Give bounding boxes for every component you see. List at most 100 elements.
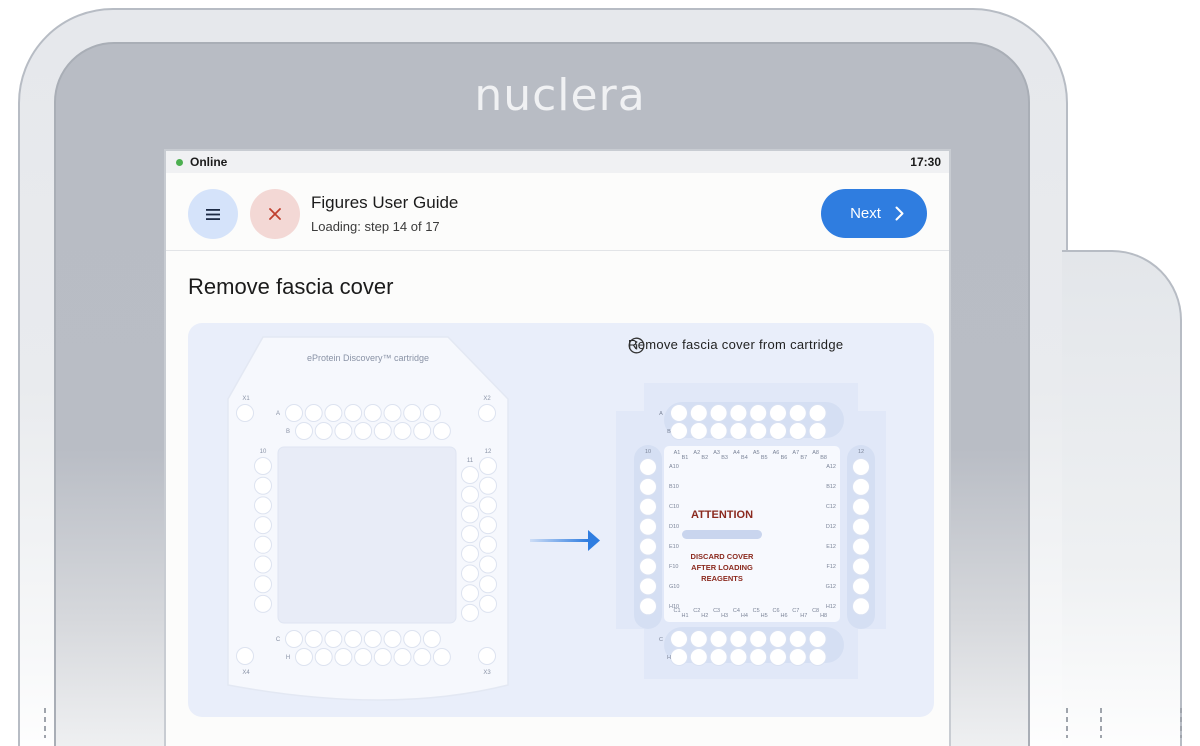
well: [749, 404, 768, 422]
well-label: E12: [826, 544, 836, 550]
column-label: 11: [467, 458, 474, 464]
step-title: Remove fascia cover: [188, 274, 394, 299]
row-label: B: [286, 429, 290, 435]
well: [285, 630, 303, 648]
well-label: B5: [761, 455, 768, 461]
well: [403, 404, 422, 422]
well: [413, 648, 432, 666]
well: [852, 517, 870, 536]
well: [689, 648, 708, 666]
well: [285, 404, 303, 422]
well: [788, 404, 807, 422]
attention-title: ATTENTION: [691, 509, 753, 521]
well: [254, 594, 272, 613]
well-label: A4: [733, 450, 740, 456]
well-label: H6: [780, 613, 787, 619]
well: [344, 404, 363, 422]
well: [236, 404, 254, 422]
close-icon: [269, 208, 281, 220]
well-label: H4: [741, 613, 748, 619]
well: [639, 557, 657, 576]
well: [479, 476, 497, 495]
well-label: A1: [674, 450, 681, 456]
well: [344, 630, 363, 648]
well: [769, 422, 787, 440]
well-label: H10: [669, 604, 679, 610]
menu-icon: [206, 208, 220, 220]
well: [788, 422, 807, 440]
well: [788, 648, 807, 666]
device-side-panel: [1062, 250, 1182, 746]
well: [479, 535, 497, 554]
well: [670, 404, 688, 422]
well: [709, 422, 728, 440]
well: [461, 603, 479, 622]
well-label: B2: [701, 455, 708, 461]
clock: 17:30: [910, 155, 941, 169]
attention-line: REAGENTS: [701, 574, 743, 583]
well-label: B8: [820, 455, 827, 461]
well: [304, 630, 323, 648]
well-label: C8: [812, 608, 819, 614]
frame-dash: [44, 708, 46, 738]
well-label: B4: [741, 455, 748, 461]
well: [461, 525, 479, 544]
close-button[interactable]: [250, 189, 300, 239]
well: [413, 422, 432, 440]
well: [304, 404, 323, 422]
guide-title: Figures User Guide: [311, 193, 459, 212]
well: [852, 557, 870, 576]
well: [689, 630, 708, 648]
next-button[interactable]: Next: [821, 189, 927, 238]
well: [808, 630, 827, 648]
well-label: B10: [669, 484, 679, 490]
attention-bar: [682, 530, 762, 539]
corner-label: X4: [242, 670, 250, 676]
well-label: H: [667, 655, 671, 661]
well: [334, 422, 353, 440]
well: [479, 457, 497, 475]
corner-label: X3: [483, 670, 491, 676]
well: [422, 630, 441, 648]
device-screen: Online 17:30 Figures User Guide Loading:…: [164, 149, 951, 746]
well: [461, 485, 479, 504]
well: [324, 630, 343, 648]
well: [295, 422, 313, 440]
step-progress: Loading: step 14 of 17: [311, 219, 440, 234]
well-label: H8: [820, 613, 827, 619]
well-label: H5: [761, 613, 768, 619]
arrow-right-icon: [588, 530, 600, 551]
well: [709, 404, 728, 422]
brand-logo: nuclera: [474, 70, 646, 121]
well: [639, 537, 657, 556]
well-label: H12: [826, 604, 836, 610]
frame-dash: [1100, 708, 1102, 738]
menu-button[interactable]: [188, 189, 238, 239]
well: [639, 577, 657, 596]
well-label: D12: [826, 524, 836, 530]
well: [383, 630, 402, 648]
cartridge-diagram: eProtein Discovery™ cartridge X1 X2 X3 X…: [227, 336, 886, 701]
well: [769, 404, 787, 422]
well: [639, 477, 657, 496]
well: [769, 648, 787, 666]
well: [373, 648, 392, 666]
well: [254, 555, 272, 574]
well-label: 10: [645, 449, 651, 455]
instruction-figure: Remove fascia cover from cartridge eProt…: [188, 323, 934, 717]
well: [639, 497, 657, 516]
well: [363, 404, 382, 422]
well: [432, 422, 451, 440]
well-label: A12: [826, 464, 836, 470]
well-label: C2: [693, 608, 700, 614]
well-label: B12: [826, 484, 836, 490]
well: [479, 496, 497, 515]
well: [334, 648, 353, 666]
row-label: H: [286, 655, 290, 661]
well-label: G12: [826, 584, 836, 590]
well: [324, 404, 343, 422]
well: [769, 630, 787, 648]
well: [709, 630, 728, 648]
well: [808, 422, 827, 440]
well-label: A5: [753, 450, 760, 456]
